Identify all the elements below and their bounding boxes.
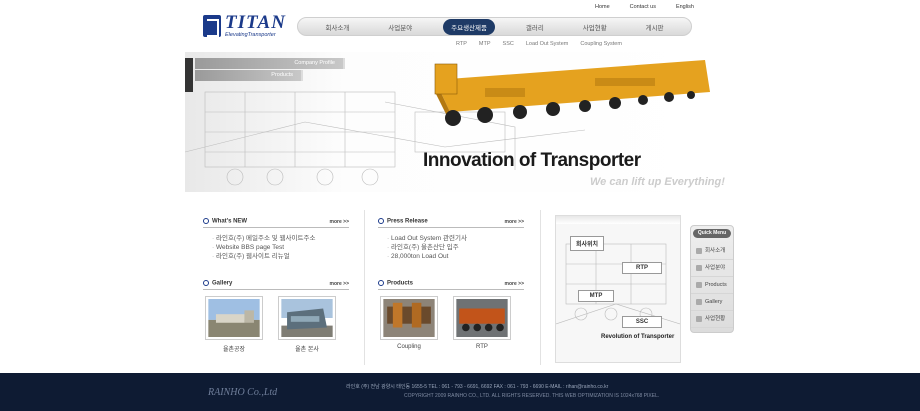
quick-item-company[interactable]: 회사소개 bbox=[691, 243, 733, 260]
quick-item-products[interactable]: Products bbox=[691, 277, 733, 294]
list-item[interactable]: 라인호(주) 울촌산단 입주 bbox=[387, 243, 524, 252]
gallery-section: Gallery more >> 율촌공장 율촌 본사 bbox=[203, 280, 349, 361]
site-logo[interactable]: TITAN ElevatingTransporter bbox=[203, 12, 286, 39]
product-thumb-coupling[interactable] bbox=[380, 296, 438, 340]
gallery-thumb-factory[interactable] bbox=[205, 296, 263, 340]
coupling-photo bbox=[383, 299, 435, 337]
gallery-title: Gallery bbox=[203, 280, 232, 287]
quick-item-business[interactable]: 사업분야 bbox=[691, 260, 733, 277]
subnav-rtp[interactable]: RTP bbox=[456, 41, 467, 47]
list-item[interactable]: 28,000ton Load Out bbox=[387, 252, 524, 261]
subnav-load-out[interactable]: Load Out System bbox=[526, 41, 569, 47]
whats-new-section: What's NEW more >> 라인호(주) 메일주소 및 웹사이트주소 … bbox=[203, 218, 349, 261]
whats-new-header: What's NEW more >> bbox=[203, 218, 349, 228]
location-products-box: 회사위치 RTP MTP SSC Revolution of Transport… bbox=[555, 215, 681, 363]
products-header: Products more >> bbox=[378, 280, 524, 290]
tab-products[interactable]: Products bbox=[195, 70, 303, 81]
column-divider bbox=[540, 210, 541, 365]
product-caption: RTP bbox=[476, 344, 488, 350]
nav-item-company[interactable]: 회사소개 bbox=[317, 19, 357, 35]
rtp-photo bbox=[456, 299, 508, 337]
map-label-location[interactable]: 회사위치 bbox=[570, 236, 604, 251]
gallery-caption: 율촌공장 bbox=[222, 347, 246, 353]
gallery-more-link[interactable]: more >> bbox=[330, 281, 349, 287]
map-label-mtp[interactable]: MTP bbox=[578, 290, 614, 302]
quick-item-gallery[interactable]: Gallery bbox=[691, 294, 733, 311]
page: TITAN ElevatingTransporter Home Contact … bbox=[0, 0, 920, 411]
hero-slogan: Innovation of Transporter bbox=[423, 150, 641, 171]
footer-copyright: COPYRIGHT 2009 RAINHO CO., LTD. ALL RIGH… bbox=[404, 393, 660, 399]
products-section: Products more >> Coupling RTP bbox=[378, 280, 524, 361]
contact-link[interactable]: Contact us bbox=[630, 4, 656, 10]
whats-new-title: What's NEW bbox=[203, 218, 247, 225]
english-link[interactable]: English bbox=[676, 4, 694, 10]
column-divider bbox=[364, 210, 365, 365]
press-release-section: Press Release more >> Load Out System 관련… bbox=[378, 218, 524, 261]
gallery-caption: 율촌 본사 bbox=[295, 347, 319, 353]
map-label-ssc[interactable]: SSC bbox=[622, 316, 662, 328]
gallery-header: Gallery more >> bbox=[203, 280, 349, 290]
whats-new-more-link[interactable]: more >> bbox=[330, 219, 349, 225]
tab-company-profile[interactable]: Company Profile bbox=[195, 58, 345, 69]
home-link[interactable]: Home bbox=[595, 4, 610, 10]
box-topbar bbox=[556, 216, 680, 224]
subnav-mtp[interactable]: MTP bbox=[479, 41, 491, 47]
press-list: Load Out System 관련기사 라인호(주) 울촌산단 입주 28,0… bbox=[378, 234, 524, 261]
map-label-rtp[interactable]: RTP bbox=[622, 262, 662, 274]
quick-menu: Quick Menu 회사소개 사업분야 Products Gallery 사업… bbox=[690, 225, 734, 333]
hero-sub-slogan: We can lift up Everything! bbox=[590, 176, 725, 188]
list-item[interactable]: Load Out System 관련기사 bbox=[387, 234, 524, 243]
main-nav: 회사소개 사업분야 주요생산제품 갤러리 사업현황 게시판 bbox=[297, 17, 692, 36]
subnav-coupling[interactable]: Coupling System bbox=[580, 41, 622, 47]
utility-links: Home Contact us English bbox=[595, 4, 694, 10]
whats-new-list: 라인호(주) 메일주소 및 웹사이트주소 Website BBS page Te… bbox=[203, 234, 349, 261]
headquarters-photo bbox=[281, 299, 333, 337]
logo-tagline: ElevatingTransporter bbox=[225, 32, 276, 38]
list-item[interactable]: Website BBS page Test bbox=[212, 243, 349, 252]
nav-item-gallery[interactable]: 갤러리 bbox=[518, 19, 552, 35]
factory-photo bbox=[208, 299, 260, 337]
press-more-link[interactable]: more >> bbox=[505, 219, 524, 225]
list-item[interactable]: 라인호(주) 메일주소 및 웹사이트주소 bbox=[212, 234, 349, 243]
footer-contact-line: 라인호 (주) 전남 광양시 태인동 1655-5 TEL : 061 - 79… bbox=[346, 384, 609, 390]
press-title: Press Release bbox=[378, 218, 428, 225]
products-thumbs: Coupling RTP bbox=[378, 296, 524, 361]
gallery-thumb-hq[interactable] bbox=[278, 296, 336, 340]
logo-mark-icon bbox=[203, 15, 221, 37]
footer-company-name: RAINHO Co.,Ltd bbox=[208, 387, 278, 398]
sub-nav: RTP MTP SSC Load Out System Coupling Sys… bbox=[456, 41, 622, 47]
nav-item-products[interactable]: 주요생산제품 bbox=[443, 18, 495, 35]
tab-accent-bar bbox=[185, 58, 193, 92]
products-more-link[interactable]: more >> bbox=[505, 281, 524, 287]
subnav-ssc[interactable]: SSC bbox=[503, 41, 514, 47]
product-thumb-rtp[interactable] bbox=[453, 296, 511, 340]
left-side-tabs: Company Profile Products bbox=[185, 58, 345, 92]
list-item[interactable]: 라인호(주) 웹사이트 리뉴얼 bbox=[212, 252, 349, 261]
site-footer: RAINHO Co.,Ltd 라인호 (주) 전남 광양시 태인동 1655-5… bbox=[0, 373, 920, 411]
quick-item-status[interactable]: 사업현황 bbox=[691, 311, 733, 328]
product-caption: Coupling bbox=[397, 344, 421, 350]
nav-item-business[interactable]: 사업분야 bbox=[380, 19, 420, 35]
products-title: Products bbox=[378, 280, 413, 287]
logo-name: TITAN bbox=[225, 12, 286, 33]
press-header: Press Release more >> bbox=[378, 218, 524, 228]
gallery-thumbs: 율촌공장 율촌 본사 bbox=[203, 296, 349, 361]
quick-menu-title: Quick Menu bbox=[693, 229, 731, 238]
nav-item-status[interactable]: 사업현황 bbox=[575, 19, 615, 35]
hero-banner: Company Profile Products Innovation of T… bbox=[185, 52, 725, 192]
nav-item-board[interactable]: 게시판 bbox=[638, 19, 672, 35]
revolution-caption: Revolution of Transporter bbox=[601, 334, 675, 340]
